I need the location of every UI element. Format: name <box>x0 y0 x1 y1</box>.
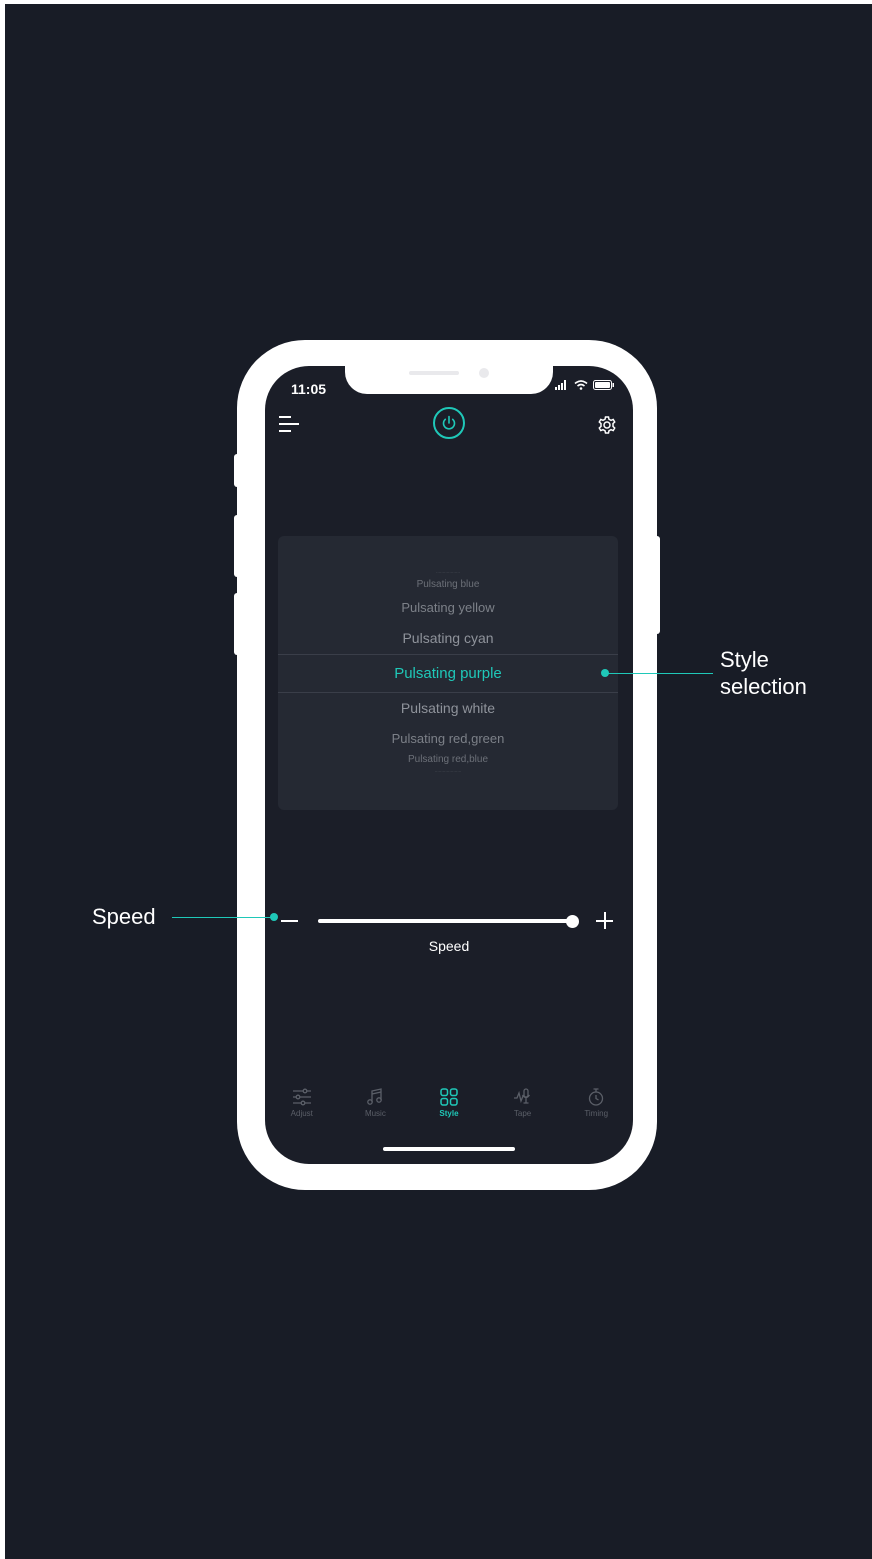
menu-icon[interactable] <box>279 416 299 437</box>
speed-annotation-label: Speed <box>92 904 156 929</box>
picker-item[interactable]: Pulsating red,blue <box>278 754 618 765</box>
signal-icon <box>555 380 566 390</box>
music-icon <box>367 1088 383 1105</box>
status-icons <box>555 380 615 390</box>
style-annotation-line <box>605 673 713 674</box>
tape-icon <box>513 1088 530 1104</box>
tab-bar: Adjust Music Style Tape Timing <box>265 1088 633 1136</box>
style-annotation-label: Style selection <box>720 647 807 699</box>
speed-slider[interactable] <box>265 906 633 936</box>
wifi-icon <box>574 380 588 390</box>
tab-label: Timing <box>584 1109 609 1118</box>
picker-item-faded-bottom: ···················· <box>434 769 462 774</box>
tab-label: Music <box>364 1109 386 1118</box>
tab-label: Tape <box>513 1109 532 1118</box>
settings-button[interactable] <box>597 415 617 440</box>
minus-button[interactable] <box>281 920 298 922</box>
picker-item-faded-top: ·················· <box>436 570 460 575</box>
tab-label: Adjust <box>290 1109 313 1118</box>
slider-thumb[interactable] <box>566 915 579 928</box>
tab-tape[interactable]: Tape <box>486 1088 560 1136</box>
notch <box>345 366 553 394</box>
tab-style[interactable]: Style <box>412 1088 486 1136</box>
earpiece <box>409 371 459 375</box>
tab-timing[interactable]: Timing <box>559 1088 633 1136</box>
picker-item-selected[interactable]: Pulsating purple <box>278 665 618 682</box>
picker-item[interactable]: Pulsating cyan <box>278 630 618 646</box>
selection-line-bottom <box>278 692 618 693</box>
slider-track[interactable] <box>318 919 573 923</box>
picker-item[interactable]: Pulsating yellow <box>278 600 618 615</box>
tab-music[interactable]: Music <box>339 1088 413 1136</box>
style-picker[interactable]: ·················· Pulsating blue Pulsat… <box>278 536 618 810</box>
grid-icon <box>440 1088 458 1106</box>
phone-screen: 11:05 ·················· Pulsating blue … <box>265 366 633 1164</box>
home-indicator <box>383 1147 515 1151</box>
tab-adjust[interactable]: Adjust <box>265 1088 339 1136</box>
speed-annotation-dot <box>270 913 278 921</box>
timer-icon <box>589 1088 604 1106</box>
status-time: 11:05 <box>291 381 327 397</box>
picker-item[interactable]: Pulsating white <box>278 700 618 716</box>
selection-line-top <box>278 654 618 655</box>
power-icon <box>442 415 456 430</box>
plus-button[interactable] <box>596 912 613 929</box>
picker-item[interactable]: Pulsating red,green <box>278 731 618 746</box>
speed-annotation-line <box>172 917 274 918</box>
battery-icon <box>593 380 614 390</box>
camera <box>479 368 489 378</box>
power-button[interactable] <box>433 407 465 439</box>
sliders-icon <box>292 1088 311 1106</box>
tab-label: Style <box>439 1109 459 1118</box>
gear-icon <box>598 416 616 434</box>
speed-label: Speed <box>428 938 470 954</box>
picker-item[interactable]: Pulsating blue <box>278 579 618 590</box>
